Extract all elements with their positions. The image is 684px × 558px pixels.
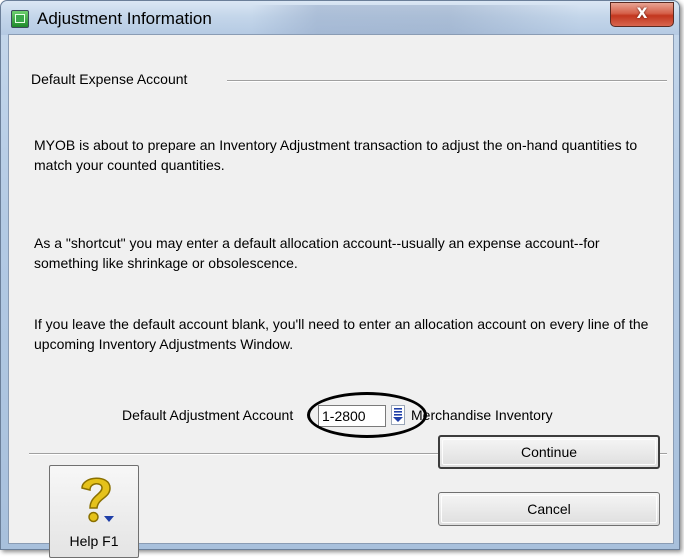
group-divider	[227, 80, 667, 82]
window-title: Adjustment Information	[37, 9, 212, 28]
group-label: Default Expense Account	[31, 71, 190, 87]
cancel-button[interactable]: Cancel	[438, 492, 660, 526]
dialog-window: Adjustment Information X Default Expense…	[0, 0, 680, 558]
question-mark-icon	[81, 477, 114, 523]
dialog-body: Default Expense Account MYOB is about to…	[8, 34, 674, 558]
continue-button[interactable]: Continue	[438, 435, 660, 469]
info-paragraph-2: As a "shortcut" you may enter a default …	[34, 235, 600, 271]
default-account-label: Default Adjustment Account	[122, 407, 294, 423]
title-bar-background	[251, 5, 581, 35]
default-account-input[interactable]	[318, 405, 386, 427]
info-paragraph-1: MYOB is about to prepare an Inventory Ad…	[34, 137, 638, 173]
myob-app-icon	[11, 10, 29, 28]
list-lookup-icon	[393, 408, 403, 422]
close-button[interactable]: X	[610, 2, 674, 27]
title-bar[interactable]: Adjustment Information X	[1, 1, 679, 35]
account-lookup-button[interactable]	[391, 405, 405, 425]
info-paragraph-3: If you leave the default account blank, …	[34, 316, 649, 352]
account-name-text: Merchandise Inventory	[411, 407, 553, 423]
help-button-label: Help F1	[69, 533, 119, 549]
continue-button-label: Continue	[520, 444, 578, 460]
help-button[interactable]: Help F1	[49, 465, 139, 558]
cancel-button-label: Cancel	[527, 501, 571, 517]
